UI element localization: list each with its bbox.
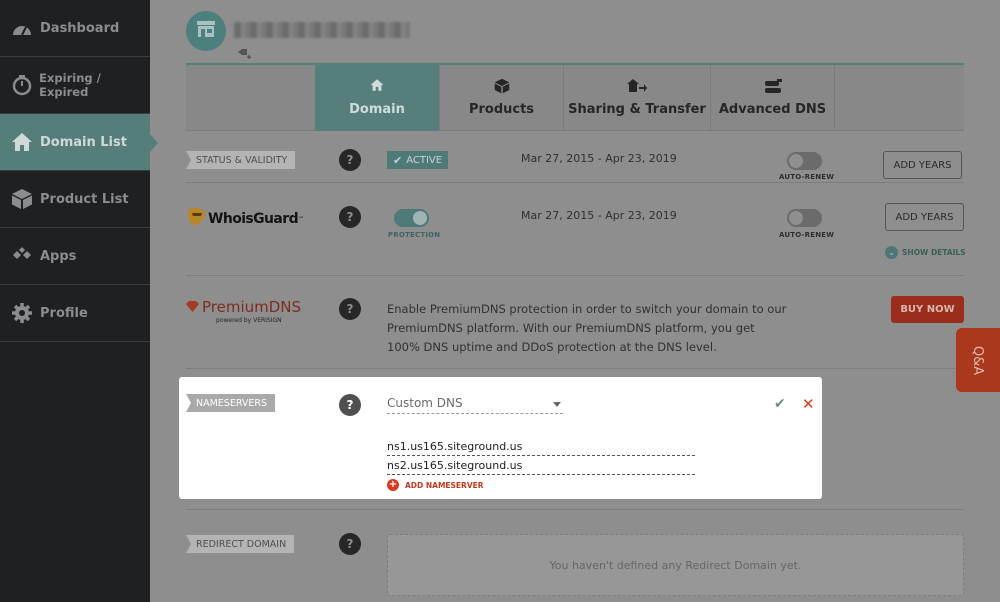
sidebar-item-label: Product List	[40, 191, 129, 207]
whoisguard-add-years-button[interactable]: ADD YEARS	[885, 203, 964, 231]
chevron-down-icon: ⌄	[885, 246, 898, 259]
whoisguard-logo: WhoisGuard ™	[186, 207, 304, 231]
home-icon	[10, 130, 34, 154]
check-icon: ✔	[393, 153, 403, 167]
box-icon	[494, 78, 510, 94]
tag-add-icon[interactable]	[237, 45, 253, 64]
domain-tabs: Domain Products Sharing & Transfer Advan…	[186, 63, 964, 131]
whoisguard-dates: Mar 27, 2015 - Apr 23, 2019	[521, 209, 677, 222]
plus-icon: +	[387, 479, 399, 491]
trademark-mark: ™	[298, 215, 304, 223]
sidebar-item-label: Expiring / Expired	[39, 71, 101, 99]
qa-feedback-tab[interactable]: Q&A	[956, 328, 1000, 392]
whoisguard-help-button[interactable]: ?	[339, 206, 361, 228]
cancel-x-icon[interactable]: ✕	[802, 395, 815, 413]
show-details-text: SHOW DETAILS	[902, 248, 966, 257]
whoisguard-logo-text: WhoisGuard	[208, 211, 299, 227]
premiumdns-logo: PremiumDNS powered by VERISIGN	[186, 298, 301, 324]
premiumdns-logo-text: PremiumDNS	[202, 298, 302, 316]
qa-label: Q&A	[970, 345, 986, 375]
box-icon	[10, 187, 34, 211]
diamonds-icon	[10, 244, 34, 268]
sidebar-item-domain-list[interactable]: Domain List	[0, 114, 158, 171]
dns-type-select[interactable]: Custom DNS	[387, 396, 563, 414]
sidebar-item-expiring[interactable]: Expiring / Expired	[0, 57, 150, 114]
nameservers-label: NAMESERVERS	[186, 394, 276, 412]
powered-by-verisign: powered by VERISIGN	[216, 317, 282, 324]
row-divider	[186, 368, 964, 369]
row-divider	[186, 509, 964, 510]
tab-domain[interactable]: Domain	[315, 65, 439, 131]
add-nameserver-link[interactable]: + ADD NAMESERVER	[387, 479, 484, 491]
add-years-button[interactable]: ADD YEARS	[883, 151, 962, 179]
transfer-icon	[627, 78, 647, 94]
status-badge-text: ACTIVE	[406, 154, 443, 166]
tab-products[interactable]: Products	[439, 65, 563, 131]
gear-icon	[10, 301, 34, 325]
nameservers-help-button[interactable]: ?	[339, 394, 361, 416]
confirm-check-icon[interactable]: ✔	[774, 396, 786, 412]
redirect-domain-label: REDIRECT DOMAIN	[186, 535, 295, 553]
sidebar-item-label: Profile	[40, 305, 88, 321]
nameservers-panel: NAMESERVERS ? Custom DNS ✔ ✕ ns1.us165.s…	[179, 377, 822, 499]
domain-name-redacted	[234, 22, 410, 38]
validity-dates: Mar 27, 2015 - Apr 23, 2019	[521, 152, 677, 165]
auto-renew-toggle[interactable]	[787, 152, 822, 170]
dns-type-value: Custom DNS	[387, 396, 463, 410]
tab-label: Domain	[349, 102, 405, 117]
tab-label: Sharing & Transfer	[568, 102, 706, 117]
whoisguard-protection-toggle[interactable]	[394, 209, 429, 227]
diamond-icon	[186, 298, 199, 316]
whoisguard-auto-renew-toggle[interactable]	[787, 209, 822, 227]
sidebar-item-label: Domain List	[40, 134, 127, 150]
nameserver-input-2[interactable]: ns2.us165.siteground.us	[387, 459, 695, 475]
protection-label: PROTECTION	[388, 231, 441, 239]
knight-helmet-icon	[186, 207, 208, 231]
tab-empty	[834, 65, 964, 131]
buy-now-button[interactable]: BUY NOW	[891, 296, 964, 323]
status-help-button[interactable]: ?	[339, 149, 361, 171]
sidebar-item-product-list[interactable]: Product List	[0, 171, 150, 228]
home-icon	[370, 78, 384, 94]
timer-icon	[10, 73, 33, 97]
tab-advanced-dns[interactable]: Advanced DNS	[710, 65, 834, 131]
row-divider	[186, 275, 964, 276]
show-details-link[interactable]: ⌄ SHOW DETAILS	[885, 246, 966, 259]
sidebar-item-label: Apps	[40, 248, 77, 264]
sidebar-item-label: Dashboard	[40, 20, 120, 36]
sidebar-item-dashboard[interactable]: Dashboard	[0, 0, 150, 57]
tab-sharing-transfer[interactable]: Sharing & Transfer	[563, 65, 710, 131]
status-validity-label: STATUS & VALIDITY	[186, 151, 296, 169]
caret-down-icon	[553, 402, 561, 407]
sidebar: Dashboard Expiring / Expired Domain List…	[0, 0, 158, 602]
add-nameserver-text: ADD NAMESERVER	[405, 480, 484, 490]
redirect-empty-state: You haven't defined any Redirect Domain …	[387, 534, 964, 596]
premiumdns-help-button[interactable]: ?	[339, 298, 361, 320]
redirect-help-button[interactable]: ?	[339, 533, 361, 555]
dns-icon	[763, 78, 783, 94]
nameserver-input-1[interactable]: ns1.us165.siteground.us	[387, 440, 695, 456]
sidebar-item-profile[interactable]: Profile	[0, 285, 150, 342]
storefront-icon	[195, 19, 217, 43]
auto-renew-label: AUTO-RENEW	[779, 231, 835, 239]
tab-label: Products	[468, 102, 535, 117]
tab-label: Advanced DNS	[718, 102, 827, 117]
status-badge: ✔ ACTIVE	[387, 151, 449, 169]
sidebar-item-apps[interactable]: Apps	[0, 228, 150, 285]
row-divider	[186, 182, 964, 183]
premiumdns-description: Enable PremiumDNS protection in order to…	[387, 302, 787, 354]
gauge-icon	[10, 16, 34, 40]
domain-avatar	[186, 11, 226, 51]
auto-renew-label: AUTO-RENEW	[779, 173, 835, 181]
